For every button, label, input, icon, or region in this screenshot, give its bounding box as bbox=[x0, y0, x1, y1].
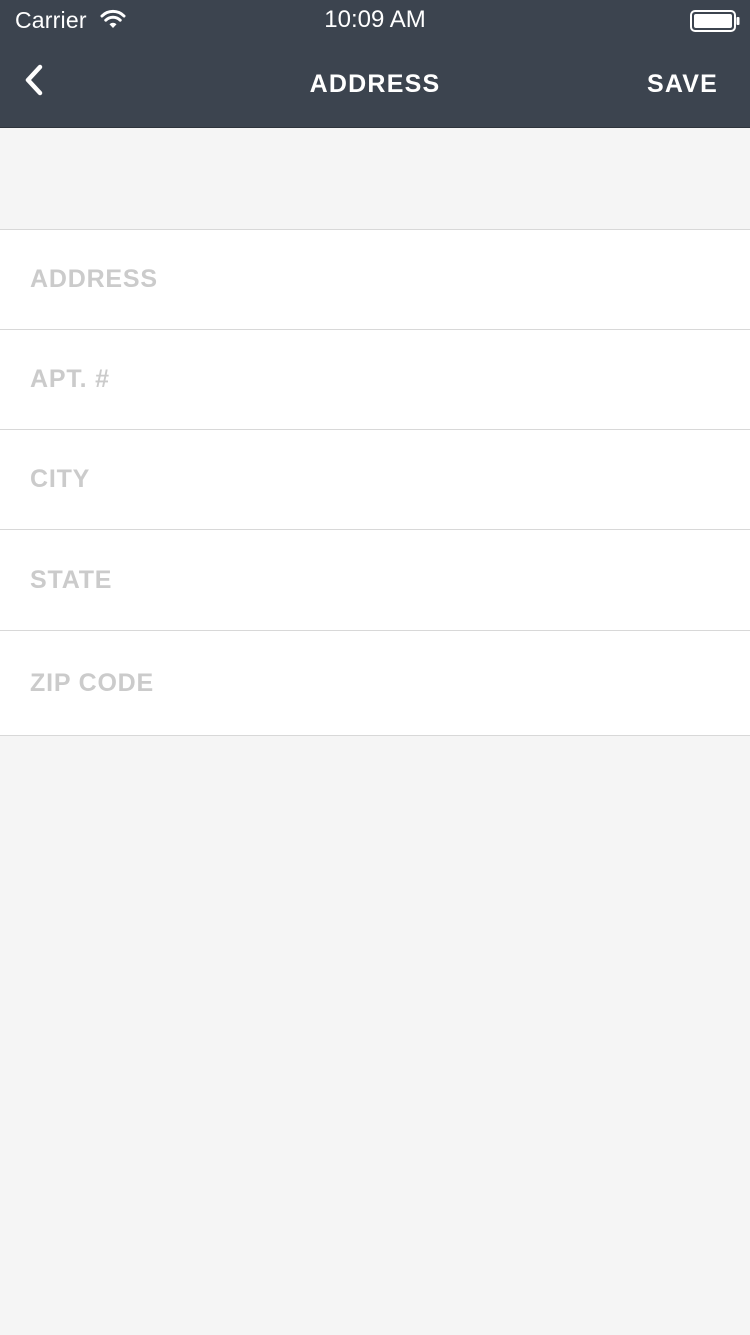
address-input[interactable] bbox=[30, 230, 720, 329]
status-bar: Carrier 10:09 AM bbox=[0, 0, 750, 40]
apt-row bbox=[0, 330, 750, 430]
city-row bbox=[0, 430, 750, 530]
state-input[interactable] bbox=[30, 530, 720, 630]
status-time: 10:09 AM bbox=[324, 6, 426, 33]
nav-bar: ADDRESS SAVE bbox=[0, 40, 750, 128]
zip-row bbox=[0, 631, 750, 736]
city-input[interactable] bbox=[30, 430, 720, 529]
header: Carrier 10:09 AM ADDRESS SAVE bbox=[0, 0, 750, 128]
state-row bbox=[0, 530, 750, 631]
address-form bbox=[0, 229, 750, 736]
page-title: ADDRESS bbox=[309, 70, 441, 98]
zip-code-input[interactable] bbox=[30, 631, 720, 735]
apt-input[interactable] bbox=[30, 330, 720, 429]
address-row bbox=[0, 230, 750, 330]
save-button[interactable]: SAVE bbox=[647, 70, 718, 99]
battery-full-icon bbox=[690, 10, 740, 32]
